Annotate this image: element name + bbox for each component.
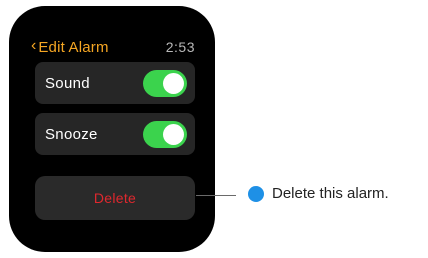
delete-label: Delete	[93, 190, 137, 206]
back-button[interactable]: ‹ Edit Alarm	[31, 37, 109, 56]
watch-frame: ‹ Edit Alarm 2:53 Sound Snooze Delete	[9, 6, 215, 252]
callout-dot-icon	[248, 186, 264, 202]
snooze-toggle[interactable]	[143, 120, 187, 148]
page-title: Edit Alarm	[38, 38, 109, 56]
clock-time: 2:53	[165, 39, 195, 55]
snooze-label: Snooze	[45, 125, 98, 143]
sound-toggle[interactable]	[143, 69, 187, 97]
sound-label: Sound	[45, 74, 90, 92]
nav-bar: ‹ Edit Alarm 2:53	[31, 36, 195, 58]
watch-screen: ‹ Edit Alarm 2:53 Sound Snooze Delete	[9, 6, 215, 252]
sound-row: Sound	[35, 62, 195, 104]
callout-line	[196, 195, 236, 196]
callout-text: Delete this alarm.	[272, 185, 389, 202]
snooze-row: Snooze	[35, 113, 195, 155]
toggle-knob	[163, 72, 184, 94]
chevron-left-icon: ‹	[31, 37, 37, 54]
delete-button[interactable]: Delete	[35, 176, 195, 220]
toggle-knob	[163, 123, 184, 145]
